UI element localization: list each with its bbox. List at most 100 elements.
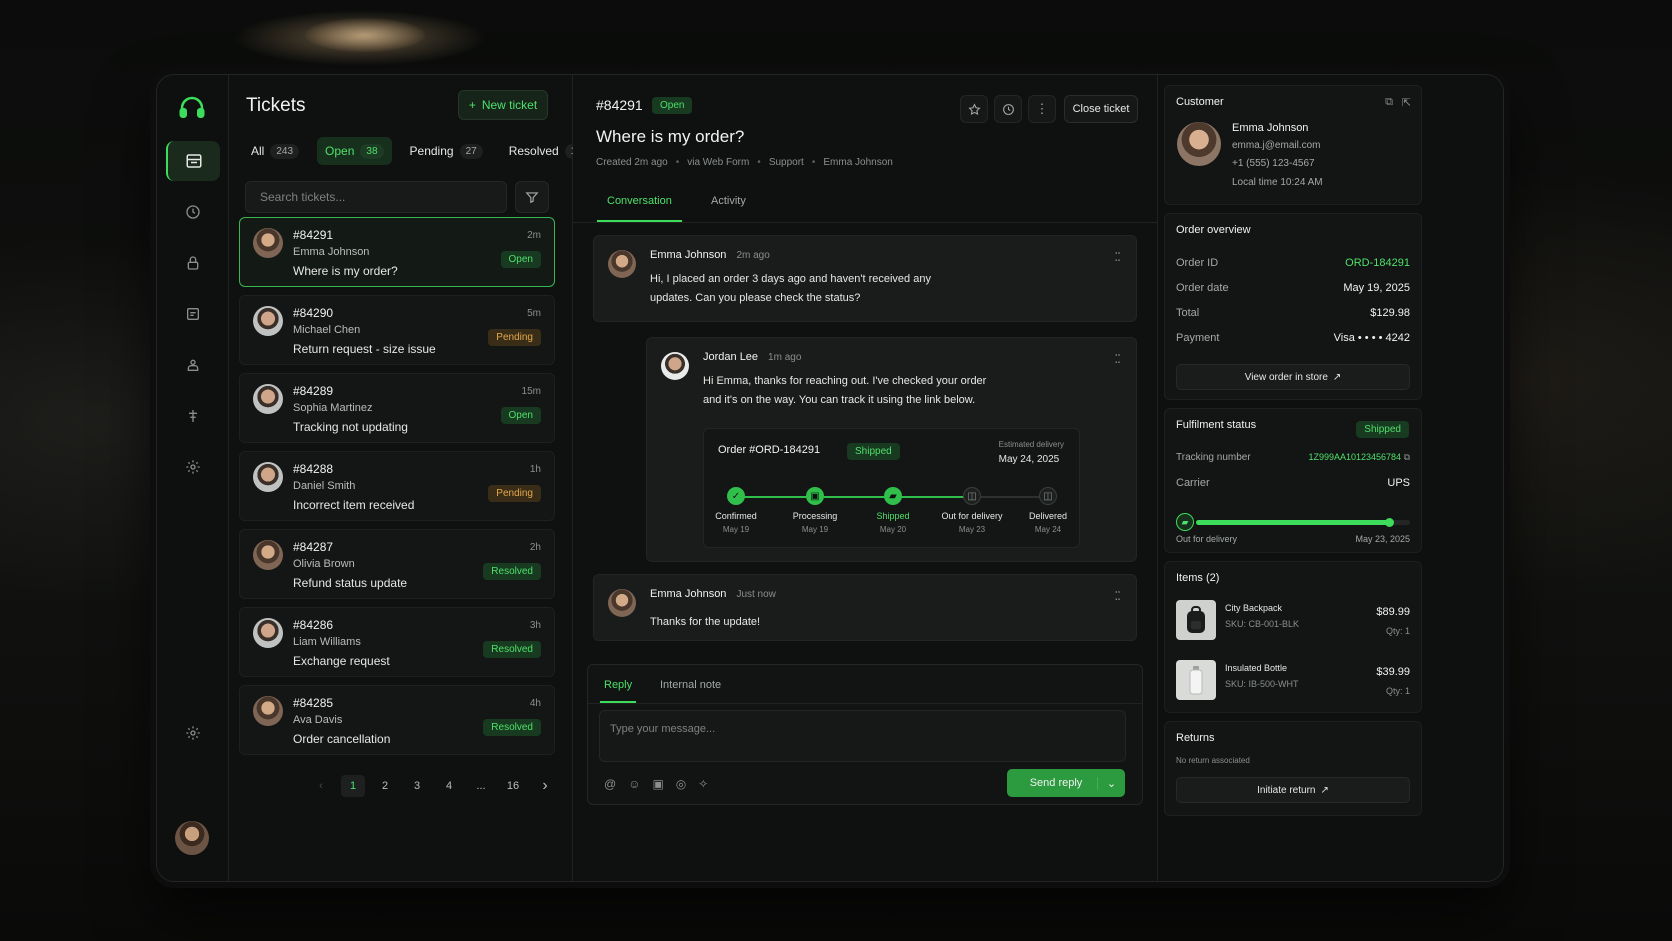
ticket-title: Where is my order? xyxy=(596,127,745,146)
avatar xyxy=(253,540,283,570)
filter-label: All xyxy=(251,144,265,158)
avatar xyxy=(661,352,689,380)
clock-icon[interactable] xyxy=(994,95,1022,123)
send-reply-button[interactable]: Send reply ⌄ xyxy=(1007,769,1125,797)
chevron-left-icon[interactable]: ‹ xyxy=(309,775,333,797)
ticket-card[interactable]: #84288 Daniel Smith Incorrect item recei… xyxy=(239,451,555,521)
page-1[interactable]: 1 xyxy=(341,775,365,797)
step-label: Confirmed xyxy=(715,511,757,521)
row-value[interactable]: ORD-184291 xyxy=(1345,257,1410,269)
macro-icon[interactable]: ✧ xyxy=(698,777,708,791)
external-link-icon[interactable]: ⧉ xyxy=(1385,96,1393,109)
step-processing: ▣ Processing May 19 xyxy=(775,487,855,534)
filter-label: Pending xyxy=(409,144,454,158)
step-label: Out for delivery xyxy=(941,511,1003,521)
drag-handle-icon[interactable]: ⁚⁚ xyxy=(1114,589,1121,603)
progress-status: Out for delivery xyxy=(1176,534,1238,544)
tracking-number[interactable]: 1Z999AA10123456784 xyxy=(1308,452,1401,462)
ticket-actions: ⋮ xyxy=(960,95,1056,123)
tab-activity[interactable]: Activity xyxy=(711,195,746,207)
message-author: Jordan Lee xyxy=(703,351,759,363)
drag-handle-icon[interactable]: ⁚⁚ xyxy=(1114,352,1121,366)
chevron-right-icon[interactable]: › xyxy=(533,775,557,797)
drag-handle-icon[interactable]: ⁚⁚ xyxy=(1114,250,1121,264)
order-total-row: Total $129.98 xyxy=(1176,307,1410,319)
ticket-time: 3h xyxy=(529,620,541,631)
pin-icon[interactable] xyxy=(166,396,220,436)
users-icon[interactable] xyxy=(166,345,220,385)
chevron-down-icon[interactable]: ⌄ xyxy=(1097,776,1125,790)
ticket-card[interactable]: #84286 Liam Williams Exchange request 3h… xyxy=(239,607,555,677)
tab-internal-note[interactable]: Internal note xyxy=(660,679,721,691)
filter-funnel-icon[interactable] xyxy=(515,181,549,213)
open-profile-icon[interactable]: ⇱ xyxy=(1402,96,1411,109)
ticket-subject: Order cancellation xyxy=(293,732,391,746)
tab-reply[interactable]: Reply xyxy=(599,679,637,703)
template-icon[interactable]: ◎ xyxy=(676,777,686,791)
message-header: Emma Johnson Just now xyxy=(650,588,776,600)
inbox-icon[interactable] xyxy=(166,141,220,181)
copy-icon[interactable]: ⧉ xyxy=(1404,452,1410,462)
clock-icon[interactable] xyxy=(166,192,220,232)
tickets-panel: Tickets + New ticket All 243 Open 38 Pendi… xyxy=(229,75,594,881)
archive-icon[interactable] xyxy=(166,294,220,334)
step-date: May 24 xyxy=(1034,525,1062,534)
ticket-card[interactable]: #84291 Emma Johnson Where is my order? 2… xyxy=(239,217,555,287)
star-icon[interactable] xyxy=(960,95,988,123)
ticket-card[interactable]: #84289 Sophia Martinez Tracking not upda… xyxy=(239,373,555,443)
avatar xyxy=(608,589,636,617)
item-qty: Qty: 1 xyxy=(1385,626,1410,636)
status-badge: Open xyxy=(500,407,541,424)
ticket-card[interactable]: #84287 Olivia Brown Refund status update… xyxy=(239,529,555,599)
initiate-return-button[interactable]: Initiate return ↗ xyxy=(1176,777,1410,803)
step-date: May 19 xyxy=(801,525,829,534)
delivery-progress: ▰ xyxy=(1176,513,1410,531)
settings-icon[interactable] xyxy=(166,447,220,487)
filter-all[interactable]: All 243 xyxy=(243,137,307,165)
message-time: 2m ago xyxy=(736,250,770,261)
status-badge: Resolved xyxy=(483,641,541,658)
filter-count: 243 xyxy=(270,143,300,159)
meta-channel: via Web Form xyxy=(687,157,750,168)
page-4[interactable]: 4 xyxy=(437,775,461,797)
panel-title: Fulfilment status xyxy=(1176,419,1257,431)
ticket-subject: Tracking not updating xyxy=(293,420,408,434)
row-value: May 19, 2025 xyxy=(1343,282,1410,294)
customer-email[interactable]: emma.j@email.com xyxy=(1232,140,1321,151)
items-panel: Items (2) City Backpack SKU: CB-001-BLK … xyxy=(1164,561,1422,713)
tracking-value[interactable]: 1Z999AA10123456784 ⧉ xyxy=(1308,452,1410,463)
page-2[interactable]: 2 xyxy=(373,775,397,797)
page-16[interactable]: 16 xyxy=(501,775,525,797)
ticket-card[interactable]: #84285 Ava Davis Order cancellation 4h R… xyxy=(239,685,555,755)
avatar xyxy=(253,696,283,726)
progress-date: May 23, 2025 xyxy=(1355,534,1410,544)
message-input[interactable]: Type your message... xyxy=(599,710,1126,762)
tab-conversation[interactable]: Conversation xyxy=(597,195,682,222)
ticket-card[interactable]: #84290 Michael Chen Return request - siz… xyxy=(239,295,555,365)
status-badge: Shipped xyxy=(1356,421,1409,438)
ticket-meta: Created 2m ago • via Web Form • Support • E… xyxy=(596,157,893,168)
emoji-icon[interactable]: ☺ xyxy=(628,777,640,791)
initiate-return-label: Initiate return xyxy=(1257,784,1316,796)
row-label: Carrier xyxy=(1176,477,1210,489)
ticket-detail: #84291 Open Where is my order? Created 2… xyxy=(573,75,1157,881)
item-price: $89.99 xyxy=(1376,606,1410,618)
more-vertical-icon[interactable]: ⋮ xyxy=(1028,95,1056,123)
settings-icon[interactable] xyxy=(166,713,220,753)
close-ticket-button[interactable]: Close ticket xyxy=(1064,95,1138,123)
new-ticket-button[interactable]: + New ticket xyxy=(458,90,548,120)
ceiling-lamp xyxy=(305,18,425,52)
ticket-time: 2m xyxy=(527,230,541,241)
search-input[interactable]: Search tickets... xyxy=(245,181,507,213)
mention-icon[interactable]: @ xyxy=(604,777,616,791)
lock-icon[interactable] xyxy=(166,243,220,283)
ticket-customer: Sophia Martinez xyxy=(293,402,373,414)
filter-pending[interactable]: Pending 27 xyxy=(402,137,491,165)
user-avatar[interactable] xyxy=(175,821,209,855)
image-icon[interactable]: ▣ xyxy=(652,777,663,791)
truck-icon: ▰ xyxy=(884,487,902,505)
ticket-tabs: Conversation Activity xyxy=(573,191,1157,223)
view-order-button[interactable]: View order in store ↗ xyxy=(1176,364,1410,390)
page-3[interactable]: 3 xyxy=(405,775,429,797)
filter-open[interactable]: Open 38 xyxy=(317,137,392,165)
